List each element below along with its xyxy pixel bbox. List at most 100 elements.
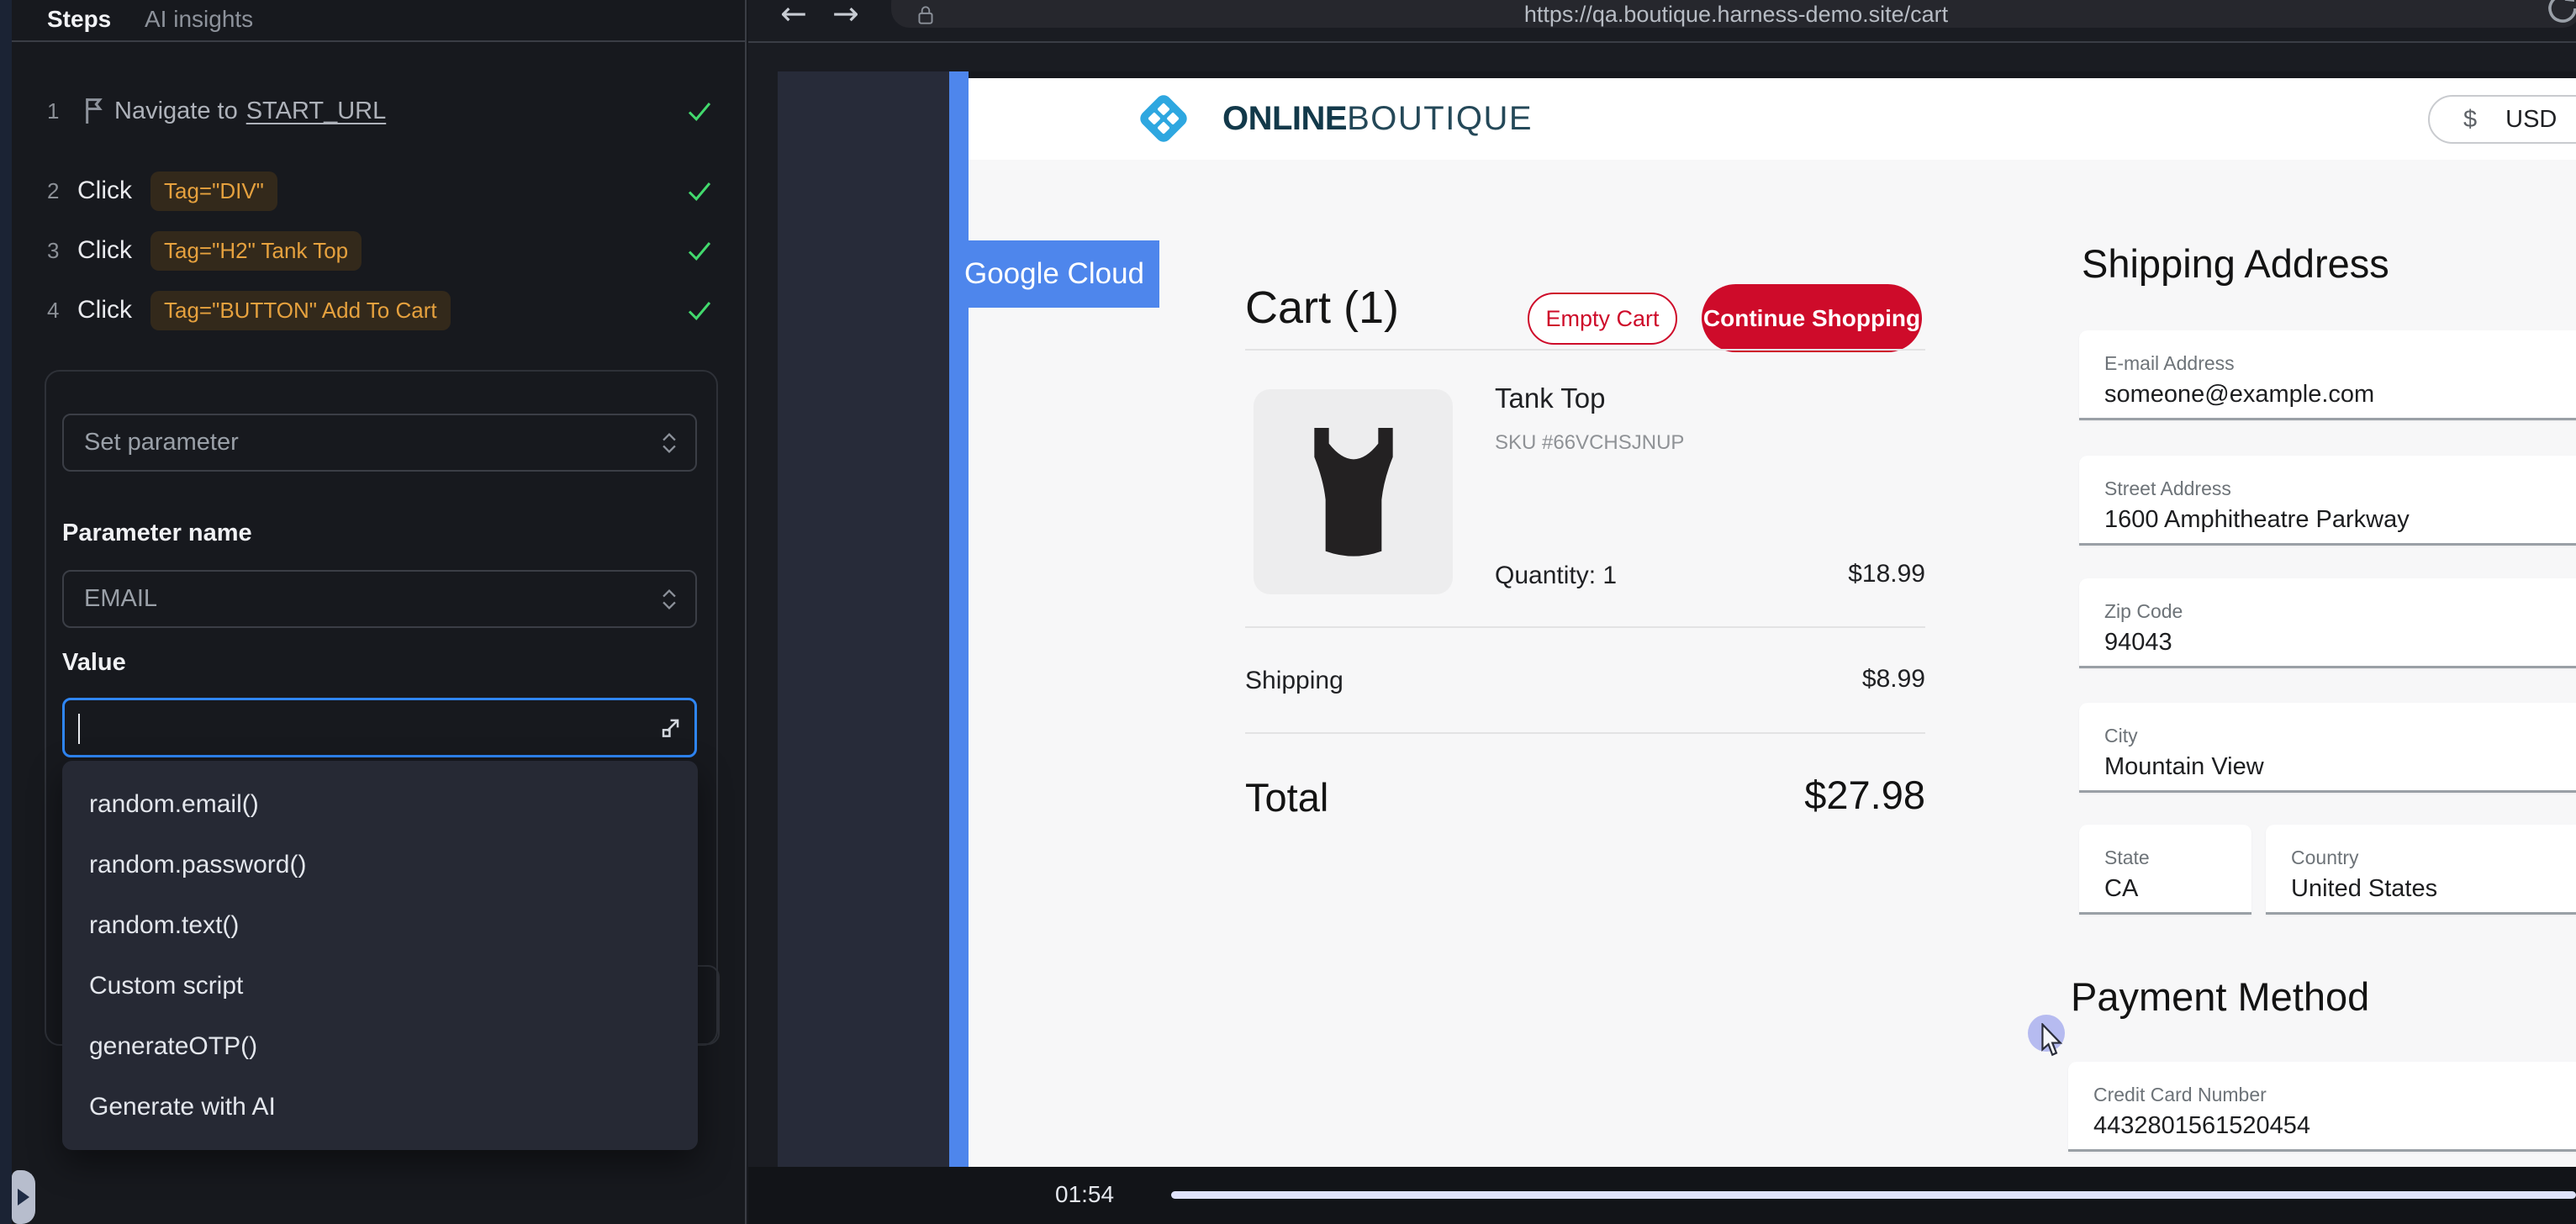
shipping-address-title: Shipping Address	[2082, 240, 2389, 287]
zip-code-field[interactable]: Zip Code 94043	[2079, 578, 2576, 668]
currency-selector[interactable]: $ USD	[2428, 95, 2576, 144]
field-label: Credit Card Number	[2093, 1084, 2267, 1106]
field-label: Country	[2291, 847, 2359, 869]
field-value: United States	[2291, 875, 2437, 903]
selector-chip[interactable]: Tag="BUTTON" Add To Cart	[150, 291, 451, 330]
capture-letterbox	[778, 71, 949, 1167]
field-label: Street Address	[2104, 477, 2231, 500]
dropdown-option-generate-otp[interactable]: generateOTP()	[62, 1016, 698, 1077]
street-address-field[interactable]: Street Address 1600 Amphitheatre Parkway	[2079, 456, 2576, 546]
divider	[1245, 732, 1925, 734]
flag-icon	[77, 94, 111, 128]
field-value: 4432801561520454	[2093, 1112, 2310, 1140]
success-check-icon	[684, 176, 715, 206]
step-number: 2	[47, 178, 77, 204]
step-row-click-div[interactable]: 2 Click Tag="DIV"	[47, 167, 277, 214]
steps-panel: Steps AI insights 1 Navigate to START_UR…	[12, 0, 747, 1224]
success-check-icon	[684, 96, 715, 126]
total-value: $27.98	[1673, 772, 1925, 818]
success-check-icon	[684, 295, 715, 325]
select-chevrons-icon	[658, 430, 680, 456]
forward-button[interactable]: →	[832, 0, 859, 32]
text-caret	[78, 714, 80, 744]
field-value: someone@example.com	[2104, 381, 2374, 409]
product-price: $18.99	[1757, 560, 1925, 588]
brand-bold: ONLINE	[1222, 100, 1347, 137]
parameter-name-select[interactable]: EMAIL	[62, 570, 697, 628]
email-field[interactable]: E-mail Address someone@example.com	[2079, 330, 2576, 420]
app-screen: Steps AI insights 1 Navigate to START_UR…	[0, 0, 2576, 1224]
tank-top-image	[1286, 412, 1421, 572]
expand-editor-icon[interactable]	[656, 714, 684, 742]
dropdown-option-random-email[interactable]: random.email()	[62, 774, 698, 835]
step-row-click-h2[interactable]: 3 Click Tag="H2" Tank Top	[47, 227, 362, 274]
brand-light: BOUTIQUE	[1347, 100, 1533, 137]
start-url-link[interactable]: START_URL	[246, 98, 387, 125]
step-number: 1	[47, 98, 77, 124]
url-text: https://qa.boutique.harness-demo.site/ca…	[891, 2, 2576, 28]
left-edge-strip	[0, 0, 12, 1224]
tab-ai-insights[interactable]: AI insights	[145, 0, 253, 39]
parameter-name-label: Parameter name	[62, 520, 252, 547]
select-chevrons-icon	[658, 587, 680, 612]
test-replay-viewport: ONLINEBOUTIQUE $ USD Google Cloud Cart (…	[748, 43, 2576, 1167]
url-bar[interactable]: https://qa.boutique.harness-demo.site/ca…	[891, 0, 2576, 28]
credit-card-field[interactable]: Credit Card Number 4432801561520454	[2068, 1062, 2576, 1152]
city-field[interactable]: City Mountain View	[2079, 703, 2576, 793]
reload-icon[interactable]	[2542, 0, 2576, 29]
selector-chip[interactable]: Tag="DIV"	[150, 171, 277, 211]
currency-symbol: $	[2463, 106, 2477, 134]
step-row-navigate[interactable]: 1 Navigate to START_URL	[47, 87, 386, 135]
step-row-click-button[interactable]: 4 Click Tag="BUTTON" Add To Cart	[47, 287, 451, 334]
back-button[interactable]: ←	[780, 0, 807, 32]
step-action-label: Click	[77, 296, 132, 324]
blue-accent-stripe	[949, 71, 969, 1167]
continue-shopping-button[interactable]: Continue Shopping	[1702, 284, 1922, 352]
dropdown-option-custom-script[interactable]: Custom script	[62, 956, 698, 1016]
value-suggestions-dropdown: random.email() random.password() random.…	[62, 761, 698, 1150]
product-name[interactable]: Tank Top	[1495, 382, 1605, 414]
state-field[interactable]: State CA	[2079, 825, 2251, 915]
step-number: 3	[47, 238, 77, 264]
product-quantity: Quantity: 1	[1495, 562, 1617, 590]
tab-steps[interactable]: Steps	[47, 0, 111, 39]
panel-tabs: Steps AI insights	[12, 0, 745, 42]
field-value: Mountain View	[2104, 753, 2264, 781]
product-sku: SKU #66VCHSJNUP	[1495, 431, 1684, 455]
currency-code: USD	[2505, 106, 2557, 134]
dropdown-option-random-password[interactable]: random.password()	[62, 835, 698, 895]
online-boutique-logo[interactable]: ONLINEBOUTIQUE	[1137, 88, 1533, 149]
step-number: 4	[47, 298, 77, 324]
country-field[interactable]: Country United States	[2266, 825, 2576, 915]
play-icon	[18, 1189, 29, 1206]
field-value: CA	[2104, 875, 2138, 903]
field-label: E-mail Address	[2104, 352, 2235, 375]
sidebar-expand-handle[interactable]	[12, 1170, 35, 1224]
boutique-logo-icon	[1137, 88, 1190, 149]
divider	[1245, 349, 1925, 351]
field-value: 94043	[2104, 629, 2172, 657]
mouse-cursor	[2039, 1023, 2067, 1060]
field-value: 1600 Amphitheatre Parkway	[2104, 506, 2410, 534]
field-label: City	[2104, 725, 2138, 747]
cart-title: Cart (1)	[1245, 282, 1399, 334]
step-action-label: Click	[77, 177, 132, 205]
site-header: ONLINEBOUTIQUE $ USD	[969, 78, 2576, 160]
dropdown-option-random-text[interactable]: random.text()	[62, 895, 698, 956]
browser-capture-frame: ONLINEBOUTIQUE $ USD Google Cloud Cart (…	[778, 71, 2576, 1167]
timeline-progress[interactable]	[1171, 1191, 2576, 1199]
page-top-strip	[969, 71, 2576, 78]
dropdown-option-generate-ai[interactable]: Generate with AI	[62, 1077, 698, 1137]
empty-cart-button[interactable]: Empty Cart	[1528, 293, 1677, 345]
payment-method-title: Payment Method	[2071, 973, 2369, 1020]
divider	[1245, 626, 1925, 628]
step-action-label: Click	[77, 236, 132, 265]
total-label: Total	[1245, 774, 1328, 820]
shipping-cost-value: $8.99	[1757, 665, 1925, 694]
field-label: State	[2104, 847, 2150, 869]
value-input[interactable]	[62, 698, 697, 757]
value-label: Value	[62, 649, 126, 677]
success-check-icon	[684, 235, 715, 266]
action-type-select[interactable]: Set parameter	[62, 414, 697, 472]
selector-chip[interactable]: Tag="H2" Tank Top	[150, 231, 362, 271]
